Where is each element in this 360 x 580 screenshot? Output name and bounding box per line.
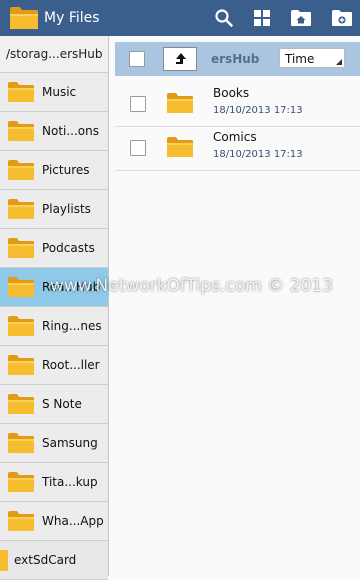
home-folder-button[interactable] [283, 0, 319, 36]
folder-icon [7, 510, 35, 532]
file-name: Books [213, 86, 250, 100]
file-row-comics[interactable]: Comics 18/10/2013 17:13 [115, 126, 360, 171]
sort-dropdown[interactable]: Time [279, 48, 345, 68]
sidebar-item-playlists[interactable]: Playlists [0, 190, 108, 229]
row-checkbox[interactable] [130, 140, 146, 156]
folder-icon [7, 315, 35, 337]
current-path[interactable]: /storag...ersHub [0, 36, 108, 73]
folder-sidebar: /storag...ersHub Music Noti...ons Pictur… [0, 36, 118, 580]
app-title: My Files [44, 10, 100, 26]
view-grid-icon [254, 10, 270, 26]
search-icon [215, 9, 233, 27]
sidebar-item-label: Rea...Hub [42, 280, 101, 294]
sort-value: Time [285, 52, 315, 66]
current-folder-label: ersHub [211, 52, 260, 66]
sidebar-item-extsdcard[interactable]: extSdCard [0, 541, 108, 580]
file-date: 18/10/2013 17:13 [213, 149, 303, 160]
folder-icon [7, 432, 35, 454]
folder-app-icon[interactable] [8, 5, 40, 31]
sidebar-item-titaniumbackup[interactable]: Tita...kup [0, 463, 108, 502]
sidebar-item-label: extSdCard [14, 553, 77, 567]
sidebar-item-label: Samsung [42, 436, 98, 450]
sidebar-item-readershub[interactable]: Rea...Hub [0, 268, 118, 307]
sidebar-item-ringtones[interactable]: Ring...nes [0, 307, 108, 346]
create-folder-button[interactable] [324, 0, 360, 36]
row-checkbox[interactable] [130, 96, 146, 112]
sidebar-item-label: Ring...nes [42, 319, 102, 333]
sidebar-item-pictures[interactable]: Pictures [0, 151, 108, 190]
folder-icon [7, 471, 35, 493]
sidebar-item-label: S Note [42, 397, 82, 411]
sd-card-icon [0, 550, 8, 571]
up-folder-button[interactable] [163, 47, 197, 71]
sidebar-item-label: Podcasts [42, 241, 95, 255]
file-name: Comics [213, 130, 257, 144]
sidebar-item-label: Noti...ons [42, 124, 99, 138]
sidebar-item-whatsapp[interactable]: Wha...App [0, 502, 108, 541]
sidebar-item-podcasts[interactable]: Podcasts [0, 229, 108, 268]
sidebar-item-s-note[interactable]: S Note [0, 385, 108, 424]
home-folder-icon [291, 10, 311, 26]
folder-icon [7, 393, 35, 415]
sidebar-item-samsung[interactable]: Samsung [0, 424, 108, 463]
folder-icon [7, 276, 35, 298]
sidebar-item-label: Pictures [42, 163, 90, 177]
folder-icon [7, 81, 35, 103]
folder-icon [7, 198, 35, 220]
folder-icon [166, 136, 194, 158]
sidebar-item-rootcaller[interactable]: Root...ller [0, 346, 108, 385]
file-row-books[interactable]: Books 18/10/2013 17:13 [115, 82, 360, 127]
sidebar-item-label: Playlists [42, 202, 91, 216]
folder-icon [7, 354, 35, 376]
folder-icon [7, 159, 35, 181]
select-all-checkbox[interactable] [129, 51, 145, 67]
arrow-up-icon [176, 53, 186, 64]
sidebar-item-label: Music [42, 85, 77, 99]
folder-icon [7, 237, 35, 259]
dropdown-corner-icon [336, 59, 342, 65]
sidebar-item-music[interactable]: Music [0, 73, 108, 112]
list-toolbar: ersHub Time [115, 42, 360, 76]
file-list-panel: ersHub Time Books 18/10/2013 17:13 Comic… [109, 36, 360, 576]
view-mode-button[interactable] [244, 0, 280, 36]
sidebar-item-label: Tita...kup [42, 475, 98, 489]
sidebar-item-label: Root...ller [42, 358, 100, 372]
sidebar-item-label: Wha...App [42, 514, 104, 528]
add-folder-icon [332, 10, 352, 26]
file-date: 18/10/2013 17:13 [213, 105, 303, 116]
sidebar-item-notifications[interactable]: Noti...ons [0, 112, 108, 151]
action-bar: My Files [0, 0, 360, 36]
search-button[interactable] [206, 0, 242, 36]
folder-icon [166, 92, 194, 114]
folder-icon [7, 120, 35, 142]
